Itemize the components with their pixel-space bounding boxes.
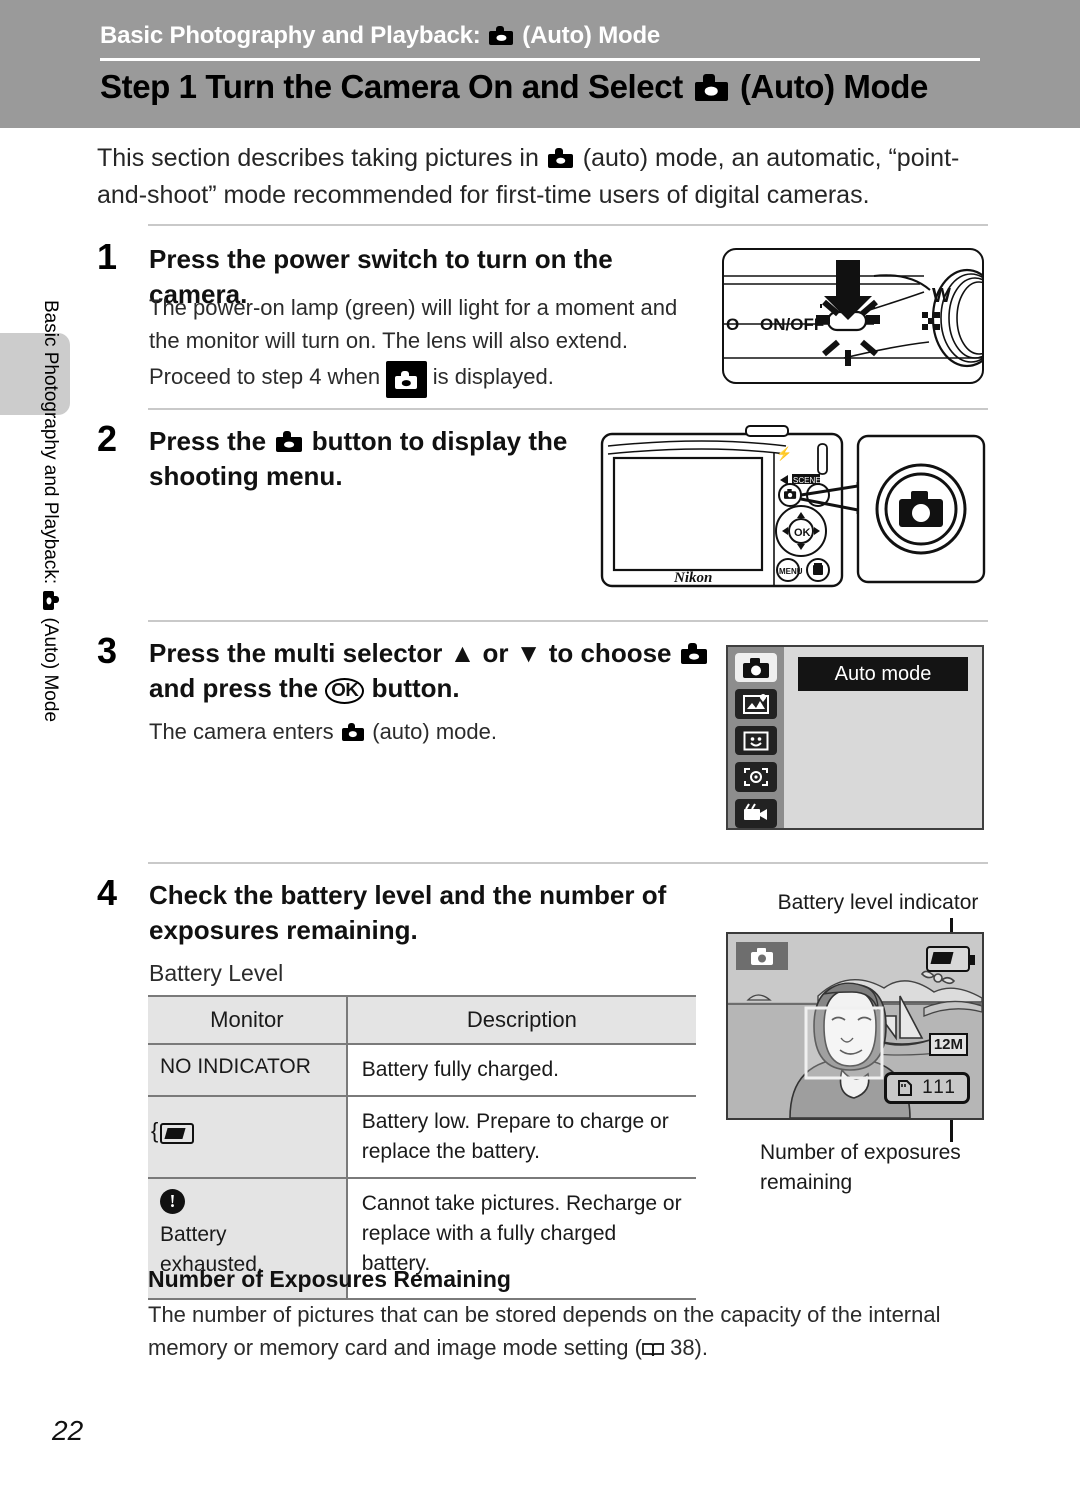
auto-camera-icon[interactable] xyxy=(735,653,777,683)
camera-back-drawing: Nikon ⚡ SCENE OK MENU xyxy=(600,425,986,588)
divider xyxy=(148,862,988,864)
step-4-subheading: Battery Level xyxy=(149,960,284,986)
camera-top-drawing: W O ON/OFF xyxy=(724,260,982,368)
exposures-count: 111 xyxy=(922,1077,957,1098)
caption-exposures-remaining: Number of exposures remaining xyxy=(760,1141,961,1194)
zoom-grid-icon xyxy=(922,312,940,330)
step-3-number: 3 xyxy=(97,630,118,671)
memory-card-icon xyxy=(898,1080,913,1096)
page-number: 22 xyxy=(52,1415,84,1446)
step-1-number: 1 xyxy=(97,236,118,277)
exposures-remaining-indicator: 111 xyxy=(884,1072,970,1104)
page-title: Step 1 Turn the Camera On and Select (Au… xyxy=(100,68,928,105)
column-header-description: Description xyxy=(346,995,696,1045)
step-1-note: Proceed to step 4 when is displayed. xyxy=(149,360,689,399)
image-mode-indicator: 12M xyxy=(928,1033,968,1056)
page-header-band: Basic Photography and Playback: (Auto) M… xyxy=(0,0,1080,128)
step-4-heading: Check the battery level and the number o… xyxy=(149,880,667,945)
step-3-body: The camera enters (auto) mode. xyxy=(149,719,497,744)
cell-description-low: Battery low. Prepare to charge or replac… xyxy=(346,1095,696,1179)
delete-button-icon xyxy=(813,563,823,575)
cell-monitor-no-indicator: NO INDICATOR xyxy=(148,1043,348,1097)
cell-description-full: Battery fully charged. xyxy=(346,1043,696,1097)
movie-icon[interactable] xyxy=(735,798,777,829)
nikon-brand-label: Nikon xyxy=(673,570,712,586)
partial-label: O xyxy=(726,315,739,334)
camera-auto-icon xyxy=(489,25,514,45)
battery-low-icon xyxy=(151,1118,194,1144)
intro-paragraph: This section describes taking pictures i… xyxy=(97,144,960,209)
menu-content-pane: Auto mode xyxy=(784,647,982,828)
camera-auto-icon xyxy=(341,723,364,741)
caption-battery-level-indicator: Battery level indicator xyxy=(777,891,979,914)
camera-auto-icon xyxy=(275,431,302,453)
step-1-body: The power-on lamp (green) will light for… xyxy=(149,295,678,353)
svg-text:⚡: ⚡ xyxy=(776,446,792,462)
column-header-monitor: Monitor xyxy=(148,995,348,1045)
ok-button-label: OK xyxy=(794,527,811,539)
camera-auto-icon xyxy=(694,74,728,101)
sidebar-vertical-label: Basic Photography and Playback: (Auto) M… xyxy=(40,300,61,723)
divider xyxy=(148,224,988,226)
table-row: NO INDICATOR Battery fully charged. xyxy=(148,1043,696,1097)
step-2-heading: Press the button to display the shooting… xyxy=(149,426,568,491)
menu-icon-rail xyxy=(728,647,784,829)
battery-level-indicator-icon xyxy=(926,946,975,972)
camera-auto-badge-icon xyxy=(386,361,427,399)
arrow-down-icon: ▼ xyxy=(515,638,542,668)
footer-heading: Number of Exposures Remaining xyxy=(148,1266,511,1292)
camera-auto-icon xyxy=(43,591,59,611)
footer-body: The number of pictures that can be store… xyxy=(148,1302,941,1360)
divider xyxy=(148,620,988,622)
zoom-wide-label: W xyxy=(932,285,951,307)
table-header-row: Monitor Description xyxy=(148,995,696,1045)
warning-icon: ! xyxy=(160,1189,185,1214)
camera-top-illustration: W O ON/OFF xyxy=(722,248,984,384)
step-3-heading: Press the multi selector ▲ or ▼ to choos… xyxy=(149,636,749,706)
header-divider xyxy=(100,58,980,61)
scene-icon[interactable] xyxy=(735,689,777,719)
camera-auto-icon xyxy=(548,148,574,168)
cell-monitor-battery-low xyxy=(148,1095,348,1179)
monitor-mode-badge xyxy=(736,942,788,970)
battery-level-table: Monitor Description NO INDICATOR Battery… xyxy=(148,995,696,1300)
subject-tracking-icon[interactable] xyxy=(735,762,777,792)
table-row: Battery low. Prepare to charge or replac… xyxy=(148,1095,696,1179)
arrow-up-icon: ▲ xyxy=(449,638,476,668)
menu-button-label: MENU xyxy=(779,567,803,576)
manual-page: Basic Photography and Playback: (Auto) M… xyxy=(0,0,1080,1486)
monitor-preview-illustration: 12M 111 xyxy=(726,932,984,1120)
smart-portrait-icon[interactable] xyxy=(735,725,777,756)
onoff-label: ON/OFF xyxy=(760,315,824,334)
book-reference-icon xyxy=(642,1342,664,1356)
menu-item-auto-mode[interactable]: Auto mode xyxy=(798,657,968,691)
camera-back-illustration: Nikon ⚡ SCENE OK MENU xyxy=(596,424,988,596)
chapter-title: Basic Photography and Playback: (Auto) M… xyxy=(100,22,661,49)
ok-button-icon: OK xyxy=(325,678,365,704)
camera-auto-icon xyxy=(681,643,708,665)
divider xyxy=(148,408,988,410)
step-4-number: 4 xyxy=(97,872,118,913)
step-2-number: 2 xyxy=(97,418,118,459)
shooting-mode-menu-screen[interactable]: Auto mode xyxy=(726,645,984,830)
